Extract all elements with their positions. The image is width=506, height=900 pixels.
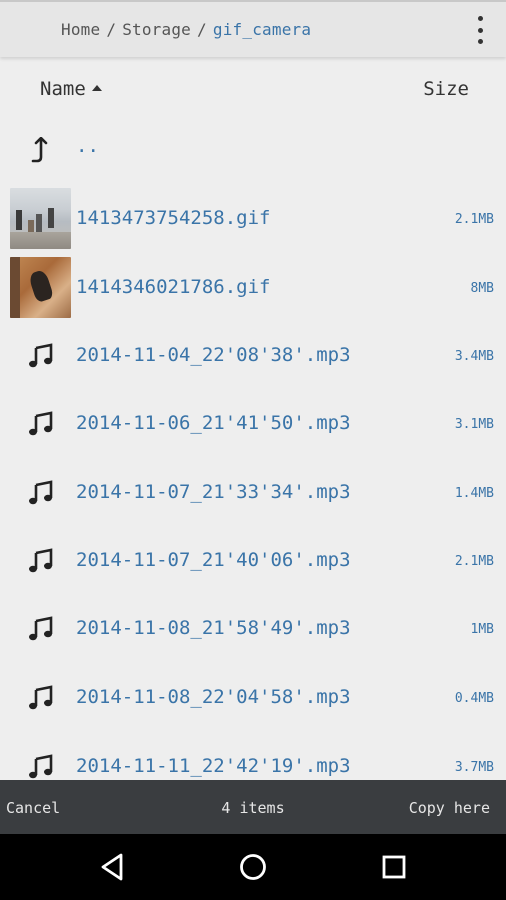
gif-thumbnail: [10, 257, 71, 318]
list-item[interactable]: 2014-11-08_22'04'58'.mp3 0.4MB: [0, 663, 506, 731]
sort-by-size-button[interactable]: Size: [423, 78, 469, 100]
file-size: 3.7MB: [454, 760, 494, 775]
music-note-icon: [10, 736, 71, 780]
list-item[interactable]: 2014-11-04_22'08'38'.mp3 3.4MB: [0, 321, 506, 389]
list-item[interactable]: 2014-11-11_22'42'19'.mp3 3.7MB: [0, 732, 506, 780]
parent-directory-label: ..: [76, 135, 99, 157]
breadcrumb-current[interactable]: gif_camera: [213, 20, 311, 39]
file-name: 1414346021786.gif: [76, 276, 271, 298]
file-size: 8MB: [470, 281, 494, 296]
list-item[interactable]: 2014-11-07_21'33'34'.mp3 1.4MB: [0, 458, 506, 526]
music-note-icon: [10, 325, 71, 386]
file-size: 0.4MB: [454, 691, 494, 706]
copy-here-button[interactable]: Copy here: [409, 780, 490, 834]
sort-by-name-button[interactable]: Name: [40, 78, 102, 100]
file-name: 2014-11-04_22'08'38'.mp3: [76, 344, 351, 366]
sort-ascending-icon: [91, 84, 102, 91]
music-note-icon: [10, 598, 71, 659]
file-size: 3.1MB: [454, 417, 494, 432]
system-navigation-bar: [0, 834, 506, 900]
file-size: 2.1MB: [454, 212, 494, 227]
up-arrow-icon: [10, 120, 71, 181]
file-name: 2014-11-07_21'33'34'.mp3: [76, 481, 351, 503]
home-icon[interactable]: [237, 851, 269, 883]
music-note-icon: [10, 462, 71, 523]
file-name: 2014-11-06_21'41'50'.mp3: [76, 412, 351, 434]
breadcrumb: Home / Storage / gif_camera: [61, 20, 311, 39]
breadcrumb-separator: /: [106, 20, 117, 39]
list-item[interactable]: 2014-11-08_21'58'49'.mp3 1MB: [0, 594, 506, 662]
file-size: 1MB: [470, 622, 494, 637]
music-note-icon: [10, 530, 71, 591]
file-name: 1413473754258.gif: [76, 207, 271, 229]
file-size: 2.1MB: [454, 554, 494, 569]
breadcrumb-separator: /: [197, 20, 207, 39]
breadcrumb-storage[interactable]: Storage: [122, 20, 191, 39]
list-item[interactable]: 1414346021786.gif 8MB: [0, 253, 506, 321]
file-name: 2014-11-08_21'58'49'.mp3: [76, 617, 351, 639]
music-note-icon: [10, 393, 71, 454]
parent-directory-row[interactable]: ..: [0, 116, 506, 184]
file-size: 3.4MB: [454, 349, 494, 364]
column-header: Name Size: [0, 70, 506, 110]
music-note-icon: [10, 667, 71, 728]
cancel-button[interactable]: Cancel: [6, 780, 60, 834]
file-size: 1.4MB: [454, 486, 494, 501]
gif-thumbnail: [10, 188, 71, 249]
top-app-bar: Home / Storage / gif_camera: [0, 0, 506, 57]
back-icon[interactable]: [97, 851, 129, 883]
file-name: 2014-11-08_22'04'58'.mp3: [76, 686, 351, 708]
list-item[interactable]: 2014-11-07_21'40'06'.mp3 2.1MB: [0, 526, 506, 594]
file-name: 2014-11-07_21'40'06'.mp3: [76, 549, 351, 571]
selection-action-bar: 4 items Cancel Copy here: [0, 780, 506, 834]
name-column-label: Name: [40, 78, 86, 100]
file-list: .. 1413473754258.gif 2.1MB 1414346021786…: [0, 112, 506, 780]
recent-apps-icon[interactable]: [378, 851, 410, 883]
breadcrumb-home[interactable]: Home: [61, 20, 100, 39]
file-name: 2014-11-11_22'42'19'.mp3: [76, 755, 351, 777]
list-item[interactable]: 1413473754258.gif 2.1MB: [0, 184, 506, 252]
overflow-menu-icon[interactable]: [468, 13, 492, 47]
list-item[interactable]: 2014-11-06_21'41'50'.mp3 3.1MB: [0, 389, 506, 457]
